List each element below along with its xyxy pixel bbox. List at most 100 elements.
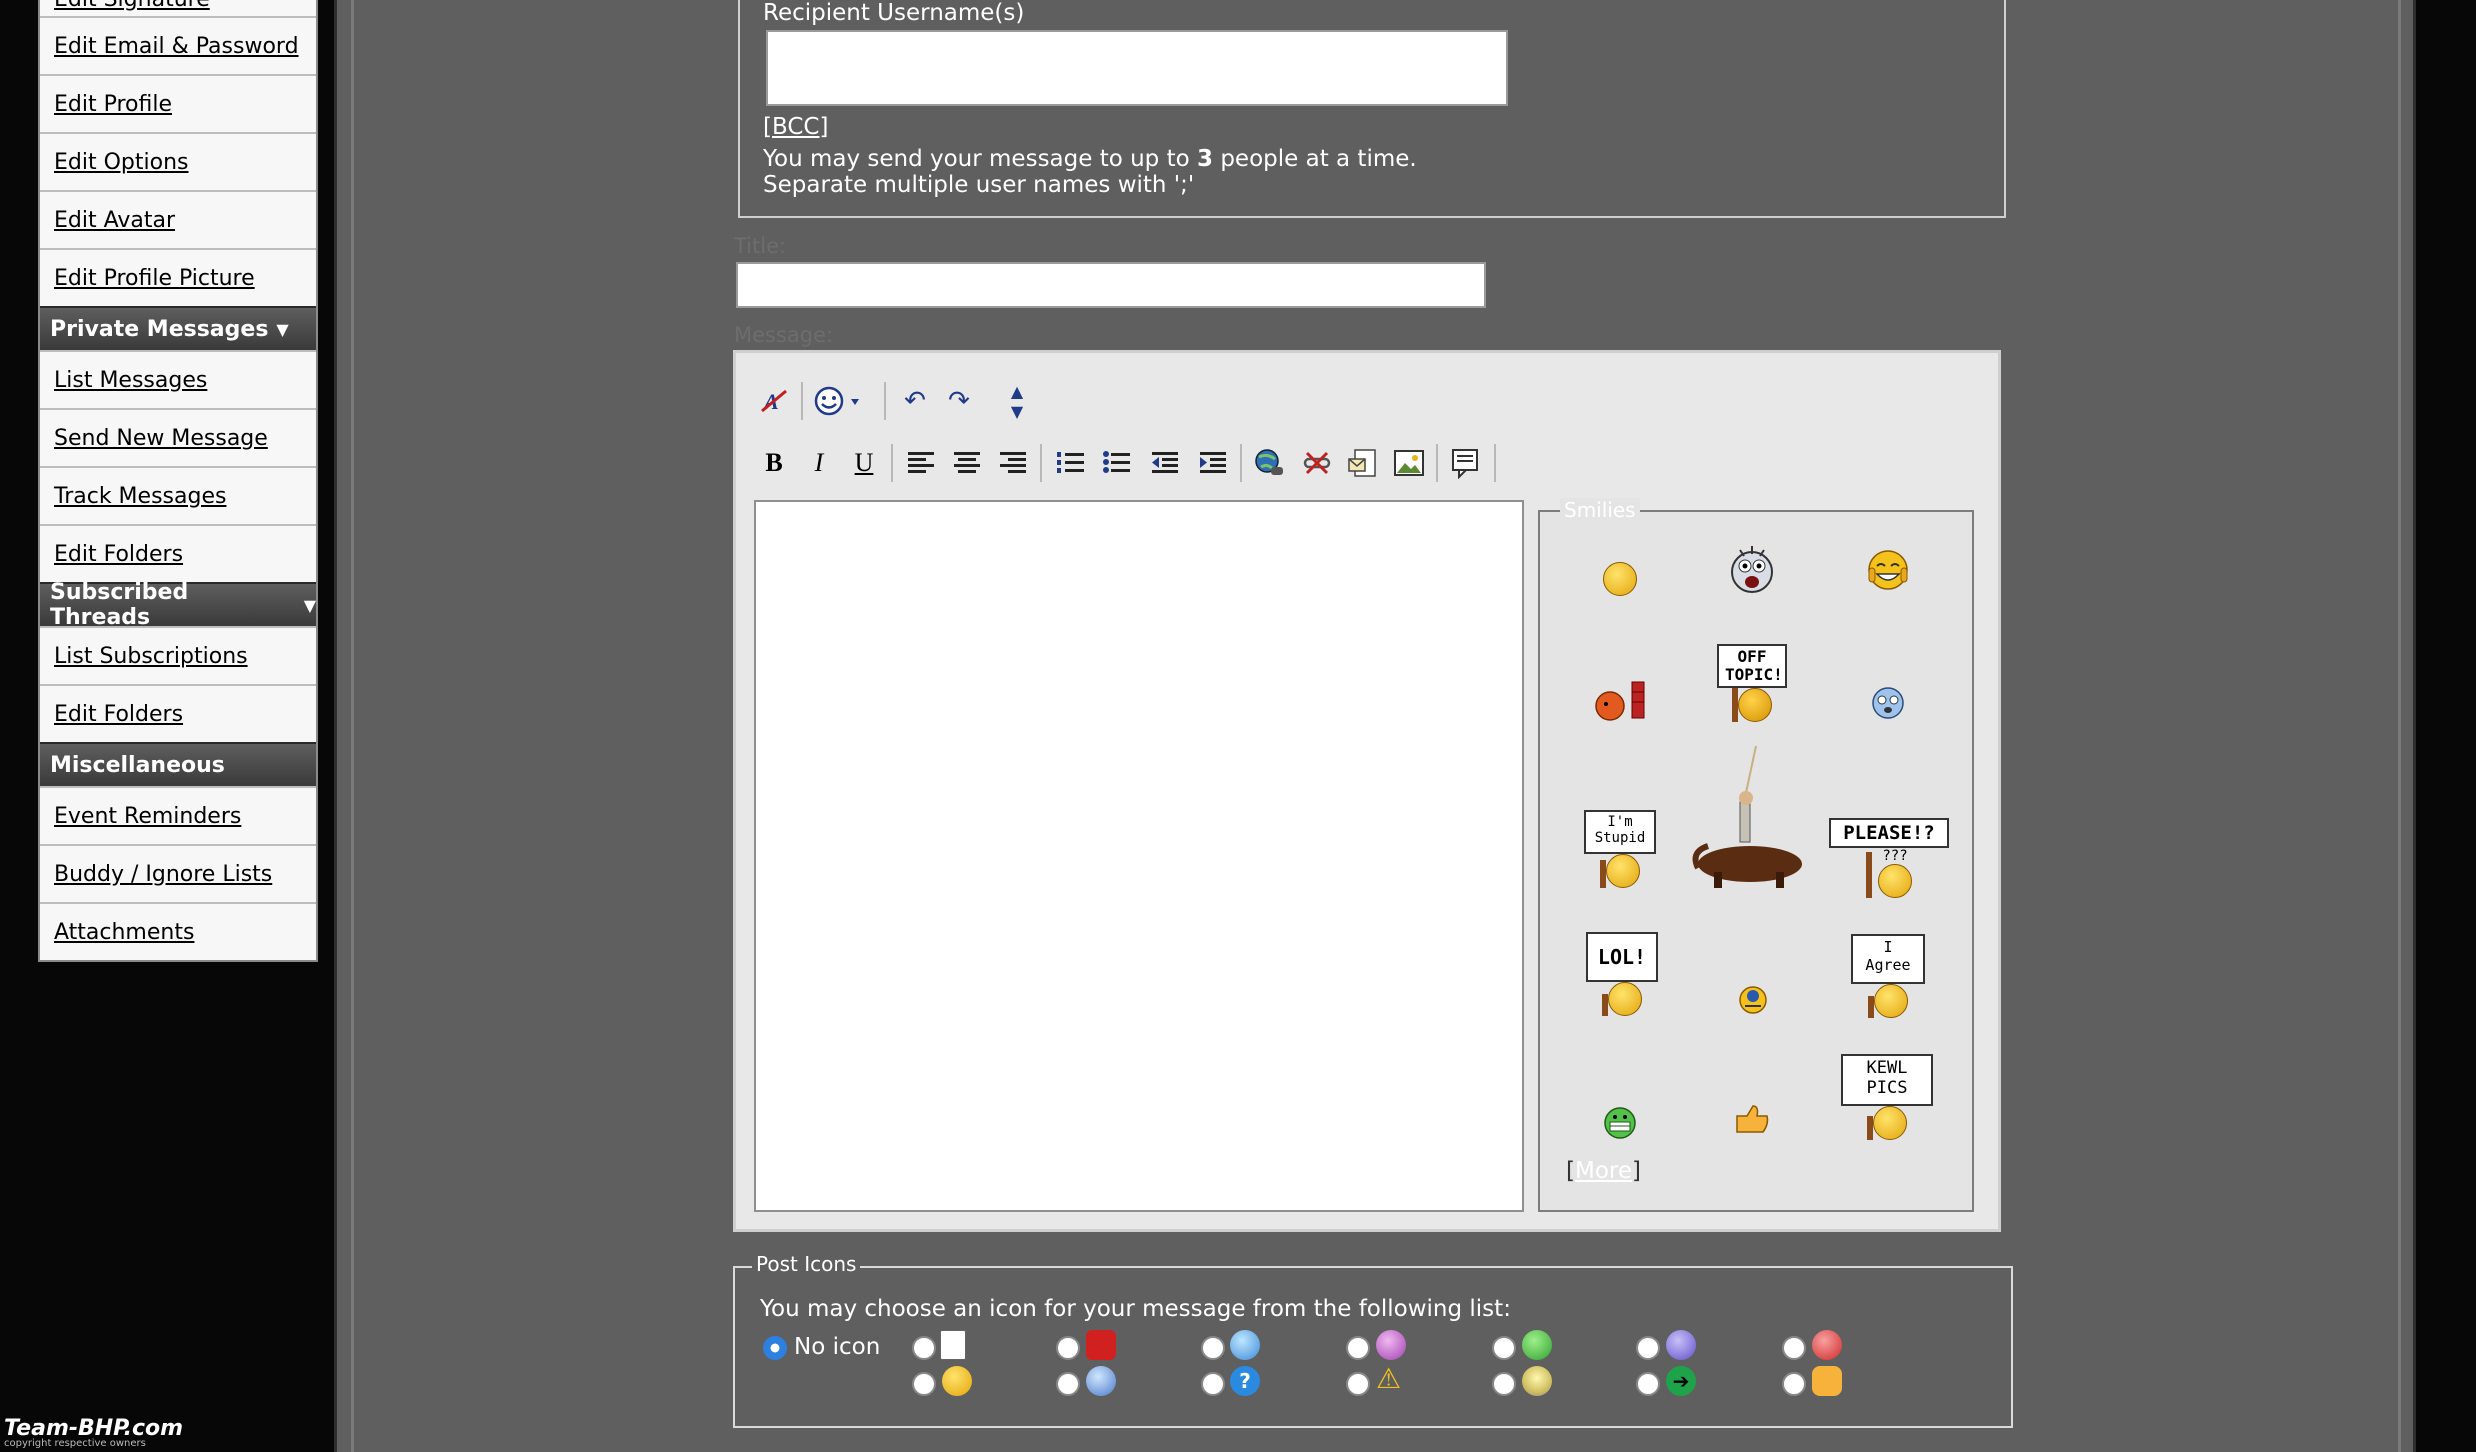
title-label: Title: [734, 234, 787, 258]
sidebar-link-edit-profile[interactable]: Edit Profile [40, 74, 316, 132]
toolbar-separator [884, 382, 886, 420]
eek-icon[interactable] [1870, 684, 1906, 720]
post-icon-radio[interactable] [1636, 1336, 1660, 1360]
align-right-icon[interactable] [994, 444, 1032, 482]
kewl-sign-text: KEWL PICS [1841, 1054, 1933, 1106]
sidebar-header-label: Miscellaneous [50, 752, 225, 778]
sidebar-link-edit-email-password[interactable]: Edit Email & Password [40, 16, 316, 74]
insert-link-icon[interactable] [1250, 444, 1288, 482]
smilies-legend: Smilies [1560, 498, 1640, 522]
post-icon-radio[interactable] [1056, 1336, 1080, 1360]
post-icon-lightbulb-icon [1522, 1366, 1552, 1396]
post-icon-radio[interactable] [1782, 1336, 1806, 1360]
kewl-pics-sign-icon[interactable]: KEWL PICS [1836, 1040, 1938, 1140]
sidebar-link-list-subscriptions[interactable]: List Subscriptions [40, 626, 316, 684]
bang-head-icon[interactable] [1592, 674, 1652, 722]
thumbs-up-icon[interactable] [1732, 1100, 1772, 1136]
sidebar-link-buddy-ignore-lists[interactable]: Buddy / Ignore Lists [40, 844, 316, 902]
bcc-link[interactable]: [BCC] [763, 114, 828, 140]
post-icon-radio[interactable] [1056, 1372, 1080, 1396]
sidebar-link-event-reminders[interactable]: Event Reminders [40, 786, 316, 844]
chevron-down-icon: ▼ [303, 595, 316, 615]
offtopic-sign-text: OFF TOPIC! [1717, 644, 1787, 688]
logo-subtext: copyright respective owners [4, 1438, 146, 1449]
remove-format-icon[interactable]: A [755, 382, 793, 420]
title-input[interactable] [736, 262, 1486, 308]
sidebar-header-private-messages[interactable]: Private Messages ▼ [40, 306, 316, 350]
smile-icon[interactable] [1602, 560, 1638, 596]
shocked-icon[interactable] [1728, 540, 1776, 596]
off-topic-sign-icon[interactable]: OFF TOPIC! [1704, 612, 1800, 722]
unordered-list-icon[interactable] [1098, 444, 1136, 482]
remove-link-icon[interactable] [1298, 444, 1336, 482]
redo-icon[interactable]: ↷ [940, 382, 978, 420]
smilies-dropdown-icon[interactable] [812, 382, 868, 420]
sidebar-link-edit-avatar[interactable]: Edit Avatar [40, 190, 316, 248]
please-sign-icon[interactable]: PLEASE!? ??? [1829, 806, 1949, 898]
sidebar-link-edit-profile-picture[interactable]: Edit Profile Picture [40, 248, 316, 306]
please-question-marks: ??? [1882, 848, 1908, 864]
post-icon-question-icon: ? [1230, 1366, 1260, 1396]
lol-sign-icon[interactable]: LOL! [1580, 920, 1664, 1016]
sidebar-link-list-messages[interactable]: List Messages [40, 350, 316, 408]
italic-icon[interactable]: I [800, 444, 838, 482]
post-icon-radio[interactable] [1201, 1372, 1225, 1396]
toolbar-separator [1240, 444, 1242, 482]
message-textarea[interactable] [754, 500, 1524, 1212]
post-icon-radio[interactable] [912, 1336, 936, 1360]
indent-icon[interactable] [1194, 444, 1232, 482]
post-icon-radio[interactable] [1346, 1336, 1370, 1360]
rolleyes-icon[interactable] [1734, 982, 1772, 1016]
smilies-more-link[interactable]: More [1575, 1158, 1632, 1184]
sidebar-link-edit-folders-subscriptions[interactable]: Edit Folders [40, 684, 316, 742]
align-left-icon[interactable] [902, 444, 940, 482]
underline-icon[interactable]: U [845, 444, 883, 482]
smilies-more: [More] [1566, 1158, 1641, 1184]
post-icon-big-grin-icon [1522, 1330, 1552, 1360]
message-label: Message: [734, 323, 834, 347]
sidebar-link-send-new-message[interactable]: Send New Message [40, 408, 316, 466]
laughing-icon[interactable] [1866, 544, 1910, 592]
hint-count: 3 [1197, 146, 1214, 172]
sidebar-header-label: Subscribed Threads [50, 580, 189, 630]
insert-image-icon[interactable] [1390, 444, 1428, 482]
stupid-sign-text: I'm Stupid [1584, 810, 1656, 854]
post-icon-radio[interactable] [1201, 1336, 1225, 1360]
post-icon-radio[interactable] [912, 1372, 936, 1396]
post-icon-radio[interactable] [1346, 1372, 1370, 1396]
user-cp-sidebar: Edit Signature Edit Email & Password Edi… [38, 0, 318, 962]
sidebar-header-subscribed-threads[interactable]: Subscribed Threads ▼ [40, 580, 316, 630]
post-icon-radio[interactable] [1492, 1372, 1516, 1396]
toolbar-separator [1494, 444, 1496, 482]
chevron-down-icon: ▼ [276, 319, 289, 339]
i-agree-sign-icon[interactable]: I Agree [1840, 924, 1936, 1018]
insert-email-icon[interactable] [1344, 444, 1382, 482]
sidebar-link-attachments[interactable]: Attachments [40, 902, 316, 960]
post-icon-radio[interactable] [1636, 1372, 1660, 1396]
im-stupid-sign-icon[interactable]: I'm Stupid [1574, 790, 1666, 888]
post-icon-radio[interactable] [1492, 1336, 1516, 1360]
more-close-bracket: ] [1632, 1158, 1641, 1184]
hanged-horse-icon[interactable] [1686, 742, 1808, 892]
toolbar-separator [891, 444, 893, 482]
grin-icon[interactable] [1602, 1104, 1638, 1140]
ordered-list-icon[interactable] [1052, 444, 1090, 482]
toolbar-separator [1436, 444, 1438, 482]
post-icon-radio[interactable] [1782, 1372, 1806, 1396]
recipient-usernames-input[interactable] [766, 30, 1508, 106]
no-icon-radio[interactable] [763, 1336, 787, 1360]
agree-sign-text: I Agree [1851, 934, 1925, 984]
bold-icon[interactable]: B [755, 444, 793, 482]
sidebar-link-edit-options[interactable]: Edit Options [40, 132, 316, 190]
resize-editor-icon[interactable]: ▲ ▼ [998, 374, 1036, 430]
sidebar-link-track-messages[interactable]: Track Messages [40, 466, 316, 524]
undo-icon[interactable]: ↶ [896, 382, 934, 420]
align-center-icon[interactable] [948, 444, 986, 482]
sidebar-link-edit-signature[interactable]: Edit Signature [40, 0, 316, 16]
sidebar-header-miscellaneous: Miscellaneous [40, 742, 316, 786]
outdent-icon[interactable] [1146, 444, 1184, 482]
post-icon-cool-icon [1086, 1366, 1116, 1396]
quote-icon[interactable] [1446, 444, 1484, 482]
toolbar-separator [1040, 444, 1042, 482]
sidebar-link-edit-folders[interactable]: Edit Folders [40, 524, 316, 582]
